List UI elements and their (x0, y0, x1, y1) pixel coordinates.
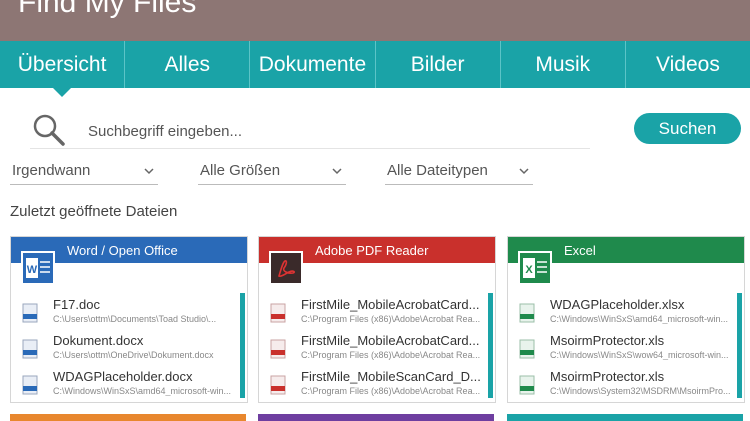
tab-bar: Übersicht Alles Dokumente Bilder Musik V… (0, 41, 750, 97)
list-item[interactable]: MsoirmProtector.xls C:\Windows\System32\… (518, 369, 730, 402)
doc-file-icon (22, 375, 38, 395)
card-header-next-orange (10, 414, 246, 421)
search-bar (30, 112, 590, 149)
card-pdf: Adobe PDF Reader FirstMile_MobileAcrobat… (258, 236, 496, 403)
xls-file-icon (519, 375, 535, 395)
file-path: C:\Windows\WinSxS\amd64_microsoft-win... (550, 314, 729, 324)
list-item[interactable]: WDAGPlaceholder.xlsx C:\Windows\WinSxS\a… (518, 297, 730, 333)
pdf-file-icon (270, 375, 286, 395)
list-item[interactable]: F17.doc C:\Users\ottm\Documents\Toad Stu… (21, 297, 233, 333)
card-title: Adobe PDF Reader (315, 243, 429, 258)
file-name: MsoirmProtector.xls (550, 333, 665, 348)
filetype-filter-dropdown[interactable]: Alle Dateitypen (385, 160, 533, 185)
scrollbar[interactable] (737, 293, 742, 398)
card-header-next-purple (258, 414, 494, 421)
xls-file-icon (519, 339, 535, 359)
file-name: WDAGPlaceholder.xlsx (550, 297, 685, 312)
doc-file-icon (22, 339, 38, 359)
section-title: Zuletzt geöffnete Dateien (10, 203, 178, 220)
chevron-down-icon (519, 168, 529, 175)
card-title: Excel (564, 243, 596, 258)
file-path: C:\Users\ottm\Documents\Toad Studio\... (53, 314, 217, 324)
list-item[interactable]: FirstMile_MobileAcrobatCard... C:\Progra… (269, 333, 481, 369)
size-filter-label: Alle Größen (200, 162, 281, 179)
search-input[interactable] (86, 116, 570, 146)
file-name: MsoirmProtector.xls (550, 369, 665, 384)
scrollbar[interactable] (240, 293, 245, 398)
card-title: Word / Open Office (67, 243, 178, 258)
list-item[interactable]: Dokument.docx C:\Users\ottm\OneDrive\Dok… (21, 333, 233, 369)
search-icon[interactable] (30, 112, 66, 148)
file-path: C:\Windows\WinSxS\amd64_microsoft-win... (53, 386, 232, 396)
file-name: WDAGPlaceholder.docx (53, 369, 193, 384)
card-excel: Excel X WDAGPlaceholder.xlsx C:\Windows\… (507, 236, 745, 403)
file-name: FirstMile_MobileAcrobatCard... (301, 333, 480, 348)
list-item[interactable]: FirstMile_MobileAcrobatCard... C:\Progra… (269, 297, 481, 333)
file-name: Dokument.docx (53, 333, 144, 348)
tab-overview[interactable]: Übersicht (0, 41, 126, 97)
file-name: FirstMile_MobileAcrobatCard... (301, 297, 480, 312)
chevron-down-icon (332, 168, 342, 175)
pdf-file-icon (270, 339, 286, 359)
file-path: C:\Windows\WinSxS\wow64_microsoft-win... (550, 350, 729, 360)
svg-text:X: X (525, 264, 533, 276)
file-path: C:\Users\ottm\OneDrive\Dokument.docx (53, 350, 214, 360)
file-path: C:\Program Files (x86)\Adobe\Acrobat Rea… (301, 386, 481, 396)
list-item[interactable]: FirstMile_MobileScanCard_D... C:\Program… (269, 369, 481, 402)
list-item[interactable]: MsoirmProtector.xls C:\Windows\WinSxS\wo… (518, 333, 730, 369)
file-path: C:\Program Files (x86)\Adobe\Acrobat Rea… (301, 314, 481, 324)
tab-documents[interactable]: Dokumente (250, 41, 376, 88)
svg-text:W: W (27, 264, 38, 276)
excel-icon: X (518, 251, 552, 285)
file-path: C:\Program Files (x86)\Adobe\Acrobat Rea… (301, 350, 481, 360)
tab-music[interactable]: Musik (501, 41, 626, 88)
file-path: C:\Windows\System32\MSDRM\MsoirmPro... (550, 386, 730, 396)
time-filter-dropdown[interactable]: Irgendwann (10, 160, 158, 185)
list-item[interactable]: WDAGPlaceholder.docx C:\Windows\WinSxS\a… (21, 369, 233, 402)
pdf-file-icon (270, 303, 286, 323)
tab-images[interactable]: Bilder (376, 41, 501, 88)
size-filter-dropdown[interactable]: Alle Größen (198, 160, 346, 185)
pdf-icon (269, 251, 303, 285)
tab-all[interactable]: Alles (125, 41, 251, 88)
tab-videos[interactable]: Videos (626, 41, 750, 88)
doc-file-icon (22, 303, 38, 323)
xls-file-icon (519, 303, 535, 323)
title-bar: Find My Files (0, 0, 750, 41)
chevron-down-icon (144, 168, 154, 175)
file-name: F17.doc (53, 297, 100, 312)
scrollbar[interactable] (488, 293, 493, 398)
card-word: Word / Open Office W F17.doc C:\Users\ot… (10, 236, 248, 403)
filetype-filter-label: Alle Dateitypen (387, 162, 488, 179)
search-button[interactable]: Suchen (634, 113, 741, 144)
word-icon: W (21, 251, 55, 285)
app-title: Find My Files (18, 0, 197, 19)
time-filter-label: Irgendwann (12, 162, 91, 179)
file-name: FirstMile_MobileScanCard_D... (301, 369, 481, 384)
card-header-next-teal (507, 414, 743, 421)
